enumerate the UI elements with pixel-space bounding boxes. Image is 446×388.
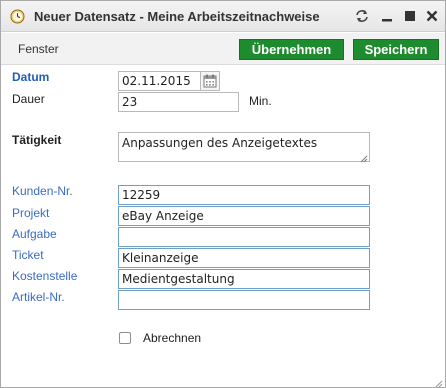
projekt-input[interactable]: eBay Anzeige xyxy=(118,206,370,226)
kunden-nr-label[interactable]: Kunden-Nr. xyxy=(12,184,73,198)
dauer-label: Dauer xyxy=(12,92,45,106)
window-title: Neuer Datensatz - Meine Arbeitszeitnachw… xyxy=(34,9,320,24)
menu-fenster[interactable]: Fenster xyxy=(18,42,59,56)
dauer-input[interactable]: 23 xyxy=(118,92,239,112)
minimize-icon[interactable] xyxy=(378,7,396,25)
apply-button[interactable]: Übernehmen xyxy=(239,39,344,60)
save-button[interactable]: Speichern xyxy=(353,39,439,60)
refresh-icon[interactable] xyxy=(353,7,371,25)
artikel-nr-input[interactable] xyxy=(118,290,370,310)
datum-input[interactable]: 02.11.2015 xyxy=(118,71,201,91)
record-window: Neuer Datensatz - Meine Arbeitszeitnachw… xyxy=(0,0,446,388)
projekt-label[interactable]: Projekt xyxy=(12,206,49,220)
window-resize-grip-icon[interactable] xyxy=(435,377,443,388)
abrechnen-checkbox[interactable] xyxy=(119,332,131,344)
datum-label: Datum xyxy=(12,70,50,84)
dauer-unit: Min. xyxy=(249,94,272,108)
aufgabe-label[interactable]: Aufgabe xyxy=(12,227,57,241)
resize-grip-icon[interactable] xyxy=(360,152,368,163)
kunden-nr-input[interactable]: 12259 xyxy=(118,185,370,205)
calendar-icon[interactable] xyxy=(200,71,220,91)
aufgabe-input[interactable] xyxy=(118,227,370,247)
taetigkeit-text: Anpassungen des Anzeigetextes xyxy=(122,136,318,150)
toolbar: Fenster Übernehmen Speichern xyxy=(1,33,445,65)
maximize-icon[interactable] xyxy=(401,7,419,25)
title-bar[interactable]: Neuer Datensatz - Meine Arbeitszeitnachw… xyxy=(1,1,445,32)
taetigkeit-textarea[interactable]: Anpassungen des Anzeigetextes xyxy=(118,132,370,163)
clock-icon xyxy=(10,9,25,24)
close-icon[interactable] xyxy=(423,7,441,25)
kostenstelle-input[interactable]: Medientgestaltung xyxy=(118,269,370,289)
ticket-input[interactable]: Kleinanzeige xyxy=(118,248,370,268)
ticket-label[interactable]: Ticket xyxy=(12,248,44,262)
taetigkeit-label: Tätigkeit xyxy=(12,133,62,147)
artikel-nr-label[interactable]: Artikel-Nr. xyxy=(12,290,65,304)
abrechnen-label[interactable]: Abrechnen xyxy=(143,331,201,345)
kostenstelle-label[interactable]: Kostenstelle xyxy=(12,269,77,283)
